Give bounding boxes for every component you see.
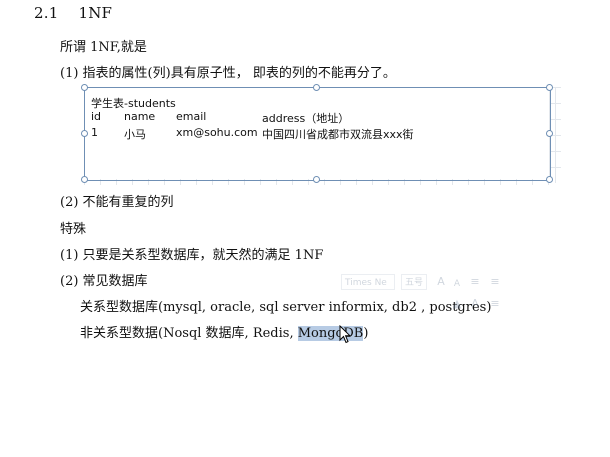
paragraph-nonrelational[interactable]: 非关系型数据(Nosql 数据库, Redis, MongoDB) xyxy=(80,322,368,341)
table-header-id: id xyxy=(91,110,102,123)
highlight-icon[interactable]: ▲ xyxy=(449,296,465,312)
nonrelational-close: ) xyxy=(363,326,369,341)
table-header-email: email xyxy=(176,110,207,123)
section-number: 2.1 xyxy=(34,4,59,22)
table-cell-id: 1 xyxy=(91,126,98,139)
outdent-icon[interactable]: ≡ xyxy=(487,274,503,290)
mouse-cursor-icon xyxy=(339,325,351,344)
table-cell-address: 中国四川省成都市双流县xxx街 xyxy=(262,128,414,141)
document-page: 2.1 1NF 所谓 1NF,就是 (1) 指表的属性(列)具有原子性， 即表的列… xyxy=(0,0,610,457)
resize-handle-left[interactable] xyxy=(81,130,88,137)
paragraph-rule-1[interactable]: (1) 指表的属性(列)具有原子性， 即表的列的不能再分了。 xyxy=(60,62,396,81)
paragraph-rule-2[interactable]: (2) 不能有重复的列 xyxy=(60,191,174,210)
format-painter-icon[interactable]: ≡ xyxy=(487,296,503,312)
shrink-font-icon[interactable]: A xyxy=(449,276,465,292)
resize-handle-top-right[interactable] xyxy=(546,84,553,91)
nonrelational-text: 非关系型数据(Nosql 数据库, Redis, xyxy=(80,326,298,341)
section-title: 1NF xyxy=(78,4,113,22)
table-header-address: address（地址） xyxy=(262,112,350,125)
embedded-table-title: 学生表-students xyxy=(91,97,176,110)
table-header-name: name xyxy=(124,110,156,123)
paragraph-intro[interactable]: 所谓 1NF,就是 xyxy=(60,36,147,55)
font-size-box[interactable]: 五号 xyxy=(401,274,427,290)
paragraph-special-1[interactable]: (1) 只要是关系型数据库，就天然的满足 1NF xyxy=(60,244,323,263)
paragraph-special-2[interactable]: (2) 常见数据库 xyxy=(60,270,148,289)
resize-handle-right[interactable] xyxy=(546,130,553,137)
font-name-box[interactable]: Times Ne xyxy=(341,274,395,290)
indent-icon[interactable]: ≡ xyxy=(467,274,483,290)
resize-handle-bottom[interactable] xyxy=(313,176,320,183)
table-cell-email: xm@sohu.com xyxy=(176,126,258,139)
paragraph-special[interactable]: 特殊 xyxy=(60,218,86,237)
resize-handle-bottom-right[interactable] xyxy=(546,176,553,183)
font-color-icon[interactable]: A xyxy=(467,296,483,312)
grow-font-icon[interactable]: A xyxy=(433,274,449,290)
section-heading: 2.1 1NF xyxy=(34,4,112,22)
mini-format-toolbar[interactable]: Times Ne 五号 A A ≡ ≡ ▲ A ≡ xyxy=(341,272,511,318)
resize-handle-top[interactable] xyxy=(313,84,320,91)
resize-handle-top-left[interactable] xyxy=(81,84,88,91)
selected-text[interactable]: MongoDB xyxy=(297,326,364,341)
resize-handle-bottom-left[interactable] xyxy=(81,176,88,183)
table-cell-name: 小马 xyxy=(124,128,146,141)
